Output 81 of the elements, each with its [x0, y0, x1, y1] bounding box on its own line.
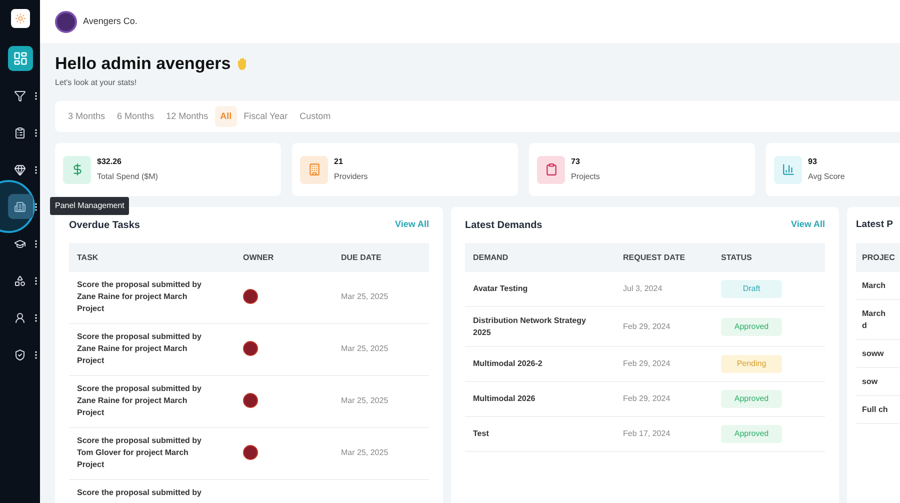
owner-avatar — [243, 289, 258, 304]
project-cell-text: Full ch — [862, 404, 889, 416]
shield-icon — [14, 348, 26, 360]
stat-label: Total Spend ($M) — [97, 171, 158, 183]
status-badge: Pending — [721, 355, 782, 373]
clipboard-icon — [544, 163, 558, 176]
status-badge: Approved — [721, 390, 782, 408]
dollar-icon — [70, 163, 84, 176]
column-header: PROJEC — [862, 252, 895, 264]
period-tab[interactable]: All — [215, 106, 237, 127]
panel-title: Latest Demands — [465, 218, 542, 232]
request-date-cell-text: Feb 17, 2024 — [623, 428, 672, 440]
column-header: OWNER — [243, 252, 275, 264]
due-date-cell-text: Mar 25, 2025 — [341, 447, 388, 459]
owner-avatar — [243, 445, 258, 460]
demand-cell-text: Multimodal 2026-2 — [473, 358, 544, 370]
panel-title: Latest P — [856, 218, 893, 232]
stat-value: 21 — [334, 156, 344, 168]
view-all-link[interactable]: View All — [790, 218, 825, 232]
status-badge: Approved — [721, 318, 782, 336]
building-icon — [308, 163, 320, 176]
status-badge: Approved — [721, 425, 782, 443]
project-cell-text: March — [862, 280, 887, 292]
request-date-cell-text: Feb 29, 2024 — [623, 358, 672, 370]
request-date-cell-text: Jul 3, 2024 — [623, 283, 664, 295]
stat-value: 73 — [571, 156, 581, 168]
task-cell-text: Score the proposal submitted by Zane Raine for project March Project — [77, 331, 202, 367]
greeting-subtitle: Let's look at your stats! — [55, 77, 138, 89]
due-date-cell-text: Mar 25, 2025 — [341, 343, 388, 355]
column-header: REQUEST DATE — [623, 252, 686, 264]
owner-avatar — [243, 393, 258, 408]
column-header: TASK — [77, 252, 100, 264]
bar-chart-icon — [782, 163, 794, 176]
column-header: DUE DATE — [341, 252, 382, 264]
period-tab[interactable]: Fiscal Year — [238, 106, 293, 127]
project-cell-text: sow — [862, 376, 879, 388]
task-cell-text: Score the proposal submitted by — [77, 487, 202, 499]
owner-avatar — [243, 341, 258, 356]
request-date-cell-text: Feb 29, 2024 — [623, 393, 672, 405]
demand-cell-text: Avatar Testing — [473, 283, 529, 295]
task-cell-text: Score the proposal submitted by Zane Raine for project March Project — [77, 383, 202, 419]
project-cell-text: March d — [862, 308, 887, 332]
period-tab[interactable]: 12 Months — [161, 106, 214, 127]
project-cell-text: soww — [862, 348, 885, 360]
sun-logo-icon — [14, 13, 26, 24]
tooltip: Panel Management — [50, 197, 130, 215]
due-date-cell-text: Mar 25, 2025 — [341, 395, 388, 407]
company-name: Avengers Co. — [83, 14, 138, 28]
period-tab[interactable]: 6 Months — [112, 106, 160, 127]
building-icon — [14, 200, 26, 212]
clipboard-icon — [14, 126, 26, 138]
view-all-link[interactable]: View All — [394, 218, 429, 232]
task-cell-text: Score the proposal submitted by Zane Raine for project March Project — [77, 279, 202, 315]
stat-label: Avg Score — [808, 171, 845, 183]
column-header: STATUS — [721, 252, 752, 264]
stat-label: Providers — [334, 171, 368, 183]
column-header: DEMAND — [473, 252, 510, 264]
demand-cell-text: Multimodal 2026 — [473, 393, 536, 405]
stat-value: 93 — [808, 156, 818, 168]
request-date-cell-text: Feb 29, 2024 — [623, 320, 672, 332]
greeting-title: Hello admin avengers — [55, 53, 231, 75]
user-icon — [14, 312, 26, 324]
status-badge: Draft — [721, 280, 782, 298]
demand-cell-text: Test — [473, 428, 490, 440]
nav-item[interactable] — [8, 194, 32, 219]
stat-value: $32.26 — [97, 156, 122, 168]
demand-cell-text: Distribution Network Strategy 2025 — [473, 314, 587, 338]
period-tab[interactable]: 3 Months — [63, 106, 110, 127]
panel-title: Overdue Tasks — [69, 218, 140, 232]
gem-icon — [14, 164, 26, 176]
stat-label: Projects — [571, 171, 600, 183]
filter-icon — [14, 90, 26, 102]
graduation-cap-icon — [14, 238, 26, 250]
company-avatar — [55, 10, 77, 32]
due-date-cell-text: Mar 25, 2025 — [341, 291, 388, 303]
task-cell-text: Score the proposal submitted by Tom Glover for project March Project — [77, 435, 202, 471]
dashboard-icon — [12, 51, 28, 66]
shapes-icon — [14, 274, 26, 286]
nav-item[interactable] — [8, 46, 32, 71]
app-logo[interactable] — [10, 9, 30, 28]
period-tab[interactable]: Custom — [294, 106, 336, 127]
